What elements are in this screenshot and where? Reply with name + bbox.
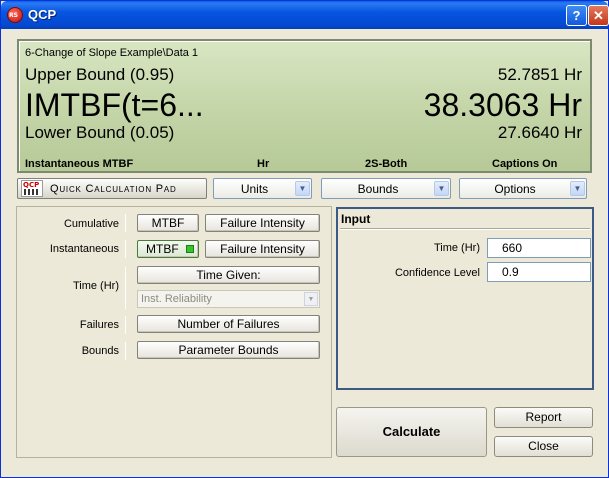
units-label: Units	[240, 182, 269, 196]
confidence-level-input[interactable]: 0.9	[487, 262, 591, 282]
divider	[125, 214, 126, 232]
options-dropdown[interactable]: Options ▼	[459, 178, 587, 199]
app-logo-icon: RS	[7, 7, 23, 23]
calculate-button[interactable]: Calculate	[336, 407, 487, 457]
app-logo-text: RS	[9, 12, 18, 19]
selected-indicator-icon	[186, 245, 194, 253]
divider	[125, 316, 126, 334]
upper-bound-label: Upper Bound (0.95)	[25, 65, 175, 84]
main-result-row: IMTBF(t=6... 38.3063 Hr	[25, 87, 582, 124]
lower-bound-value: 27.6640 Hr	[497, 123, 582, 142]
quick-calculation-pad-button[interactable]: QCP Quick Calculation Pad	[17, 178, 207, 199]
footer-metric: Instantaneous MTBF	[25, 158, 134, 170]
instantaneous-mtbf-label: MTBF	[146, 242, 179, 256]
divider	[125, 342, 126, 360]
lower-bound-row: Lower Bound (0.05) 27.6640 Hr	[25, 123, 582, 143]
chevron-down-icon: ▼	[304, 292, 318, 306]
time-input[interactable]: 660	[487, 238, 591, 258]
main-result-label: IMTBF(t=6...	[25, 87, 204, 123]
main-result-value: 38.3063 Hr	[423, 87, 582, 123]
bounds-row-label: Bounds	[81, 345, 119, 357]
result-display: 6-Change of Slope Example\Data 1 Upper B…	[17, 39, 592, 173]
chevron-down-icon: ▼	[570, 181, 585, 196]
input-group: Input Time (Hr) 660 Confidence Level 0.9	[336, 207, 594, 390]
instantaneous-label: Instantaneous	[49, 243, 119, 255]
parameter-bounds-button[interactable]: Parameter Bounds	[137, 341, 320, 359]
divider	[340, 228, 590, 230]
title-bar[interactable]: RS QCP ? ✕	[1, 1, 609, 29]
options-label: Options	[494, 182, 536, 196]
footer-bounds: 2S-Both	[365, 158, 408, 170]
window-title: QCP	[28, 7, 57, 22]
bounds-dropdown[interactable]: Bounds ▼	[321, 178, 451, 199]
calculation-options-panel: Cumulative Instantaneous Time (Hr) Failu…	[16, 206, 332, 458]
instantaneous-mtbf-button[interactable]: MTBF	[137, 240, 199, 258]
help-button[interactable]: ?	[566, 5, 587, 26]
data-path: 6-Change of Slope Example\Data 1	[25, 47, 199, 59]
close-button[interactable]: Close	[494, 436, 593, 457]
time-field-label: Time (Hr)	[433, 242, 480, 254]
upper-bound-value: 52.7851 Hr	[497, 65, 582, 84]
cumulative-mtbf-button[interactable]: MTBF	[137, 214, 199, 232]
divider	[125, 267, 126, 309]
confidence-level-label: Confidence Level	[394, 267, 480, 279]
upper-bound-row: Upper Bound (0.95) 52.7851 Hr	[25, 65, 582, 85]
footer-captions: Captions On	[492, 158, 558, 170]
failures-label: Failures	[79, 319, 119, 331]
qcp-window: RS QCP ? ✕ 6-Change of Slope Example\Dat…	[0, 0, 609, 478]
cumulative-label: Cumulative	[63, 218, 119, 230]
qcp-logo-text: QCP	[23, 181, 40, 189]
divider	[125, 240, 126, 258]
time-given-button[interactable]: Time Given:	[137, 266, 320, 284]
close-window-button[interactable]: ✕	[588, 5, 609, 26]
time-label: Time (Hr)	[72, 280, 119, 292]
instantaneous-failure-intensity-button[interactable]: Failure Intensity	[205, 240, 320, 258]
chevron-down-icon: ▼	[434, 181, 449, 196]
cumulative-failure-intensity-button[interactable]: Failure Intensity	[205, 214, 320, 232]
time-given-select-value: Inst. Reliability	[141, 293, 212, 305]
qcp-logo-icon: QCP	[21, 180, 43, 197]
units-dropdown[interactable]: Units ▼	[213, 178, 312, 199]
input-title: Input	[341, 212, 371, 226]
lower-bound-label: Lower Bound (0.05)	[25, 123, 175, 142]
time-given-select[interactable]: Inst. Reliability ▼	[137, 290, 320, 308]
footer-units: Hr	[257, 158, 270, 170]
report-button[interactable]: Report	[494, 407, 593, 428]
chevron-down-icon: ▼	[295, 181, 310, 196]
number-of-failures-button[interactable]: Number of Failures	[137, 315, 320, 333]
bounds-label: Bounds	[357, 182, 399, 196]
qcp-label: Quick Calculation Pad	[50, 183, 177, 195]
